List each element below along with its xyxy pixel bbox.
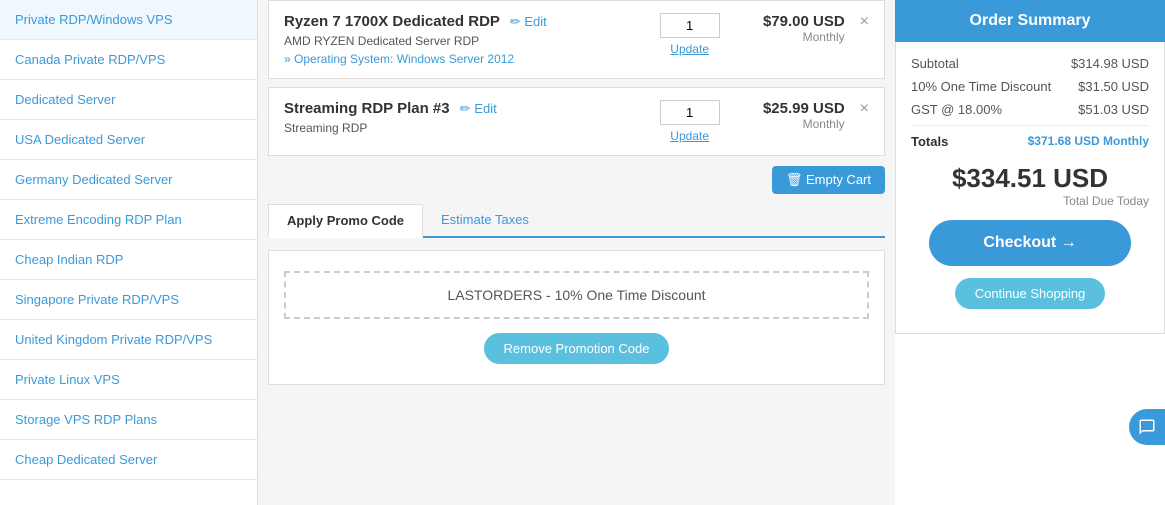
sidebar-item-dedicated-server[interactable]: Dedicated Server — [0, 80, 257, 120]
main-content: Ryzen 7 1700X Dedicated RDP ✏ Edit AMD R… — [258, 0, 895, 505]
gst-row: GST @ 18.00% $51.03 USD — [911, 102, 1149, 117]
totals-value: $371.68 USD Monthly — [1028, 134, 1149, 149]
sidebar-item-storage-vps[interactable]: Storage VPS RDP Plans — [0, 400, 257, 440]
chat-icon[interactable] — [1129, 409, 1165, 445]
sidebar-item-private-rdp[interactable]: Private RDP/Windows VPS — [0, 0, 257, 40]
edit-link[interactable]: ✏ Edit — [460, 101, 497, 116]
totals-row: Totals $371.68 USD Monthly — [911, 125, 1149, 149]
totals-label: Totals — [911, 134, 948, 149]
price-period: Monthly — [735, 117, 845, 131]
promo-section: LASTORDERS - 10% One Time Discount Remov… — [268, 250, 885, 385]
qty-update-button[interactable]: Update — [670, 42, 709, 56]
sidebar-item-extreme-encoding[interactable]: Extreme Encoding RDP Plan — [0, 200, 257, 240]
empty-cart-button[interactable]: 🗑 Empty Cart — [772, 166, 885, 194]
empty-cart-row: 🗑 Empty Cart — [268, 166, 885, 194]
discount-row: 10% One Time Discount $31.50 USD — [911, 79, 1149, 94]
cart-item-desc: AMD RYZEN Dedicated Server RDP — [284, 34, 645, 48]
cart-item-price: $79.00 USD Monthly — [735, 13, 845, 44]
qty-update-button[interactable]: Update — [670, 129, 709, 143]
qty-input[interactable] — [660, 13, 720, 38]
price-amount: $79.00 USD — [735, 13, 845, 30]
subtotal-row: Subtotal $314.98 USD — [911, 56, 1149, 71]
sidebar: Private RDP/Windows VPSCanada Private RD… — [0, 0, 258, 505]
summary-body: Subtotal $314.98 USD 10% One Time Discou… — [895, 42, 1165, 334]
gst-label: GST @ 18.00% — [911, 102, 1002, 117]
price-amount: $25.99 USD — [735, 100, 845, 117]
order-summary-header: Order Summary — [895, 0, 1165, 42]
qty-box: Update — [655, 100, 725, 143]
total-due-section: $334.51 USD Total Due Today — [911, 163, 1149, 208]
subtotal-label: Subtotal — [911, 56, 959, 71]
tab-promo[interactable]: Apply Promo Code — [268, 204, 423, 238]
cart-item-item2: Streaming RDP Plan #3 ✏ Edit Streaming R… — [268, 87, 885, 156]
sidebar-item-singapore-rdp[interactable]: Singapore Private RDP/VPS — [0, 280, 257, 320]
tab-taxes[interactable]: Estimate Taxes — [423, 204, 547, 236]
continue-shopping-button[interactable]: Continue Shopping — [955, 278, 1106, 309]
remove-item-button[interactable]: × — [860, 13, 869, 31]
sidebar-item-canada-rdp[interactable]: Canada Private RDP/VPS — [0, 40, 257, 80]
sidebar-item-uk-rdp[interactable]: United Kingdom Private RDP/VPS — [0, 320, 257, 360]
cart-item-os: » Operating System: Windows Server 2012 — [284, 52, 645, 66]
edit-link[interactable]: ✏ Edit — [510, 14, 547, 29]
remove-promo-button[interactable]: Remove Promotion Code — [484, 333, 670, 364]
cart-item-name: Streaming RDP Plan #3 ✏ Edit — [284, 100, 645, 117]
gst-value: $51.03 USD — [1078, 102, 1149, 117]
total-due-amount: $334.51 USD — [911, 163, 1149, 194]
price-period: Monthly — [735, 30, 845, 44]
order-summary: Order Summary Subtotal $314.98 USD 10% O… — [895, 0, 1165, 505]
sidebar-item-cheap-dedicated[interactable]: Cheap Dedicated Server — [0, 440, 257, 480]
sidebar-item-cheap-indian[interactable]: Cheap Indian RDP — [0, 240, 257, 280]
remove-item-button[interactable]: × — [860, 100, 869, 118]
discount-value: $31.50 USD — [1078, 79, 1149, 94]
sidebar-item-private-linux[interactable]: Private Linux VPS — [0, 360, 257, 400]
cart-item-name: Ryzen 7 1700X Dedicated RDP ✏ Edit — [284, 13, 645, 30]
qty-box: Update — [655, 13, 725, 56]
total-due-label: Total Due Today — [911, 194, 1149, 208]
promo-applied-text: LASTORDERS - 10% One Time Discount — [284, 271, 869, 319]
cart-item-item1: Ryzen 7 1700X Dedicated RDP ✏ Edit AMD R… — [268, 0, 885, 79]
sidebar-item-germany-dedicated[interactable]: Germany Dedicated Server — [0, 160, 257, 200]
discount-label: 10% One Time Discount — [911, 79, 1051, 94]
tabs-row: Apply Promo CodeEstimate Taxes — [268, 204, 885, 238]
subtotal-value: $314.98 USD — [1071, 56, 1149, 71]
cart-item-desc: Streaming RDP — [284, 121, 645, 135]
checkout-button[interactable]: Checkout → — [929, 220, 1131, 266]
cart-item-price: $25.99 USD Monthly — [735, 100, 845, 131]
sidebar-item-usa-dedicated[interactable]: USA Dedicated Server — [0, 120, 257, 160]
qty-input[interactable] — [660, 100, 720, 125]
